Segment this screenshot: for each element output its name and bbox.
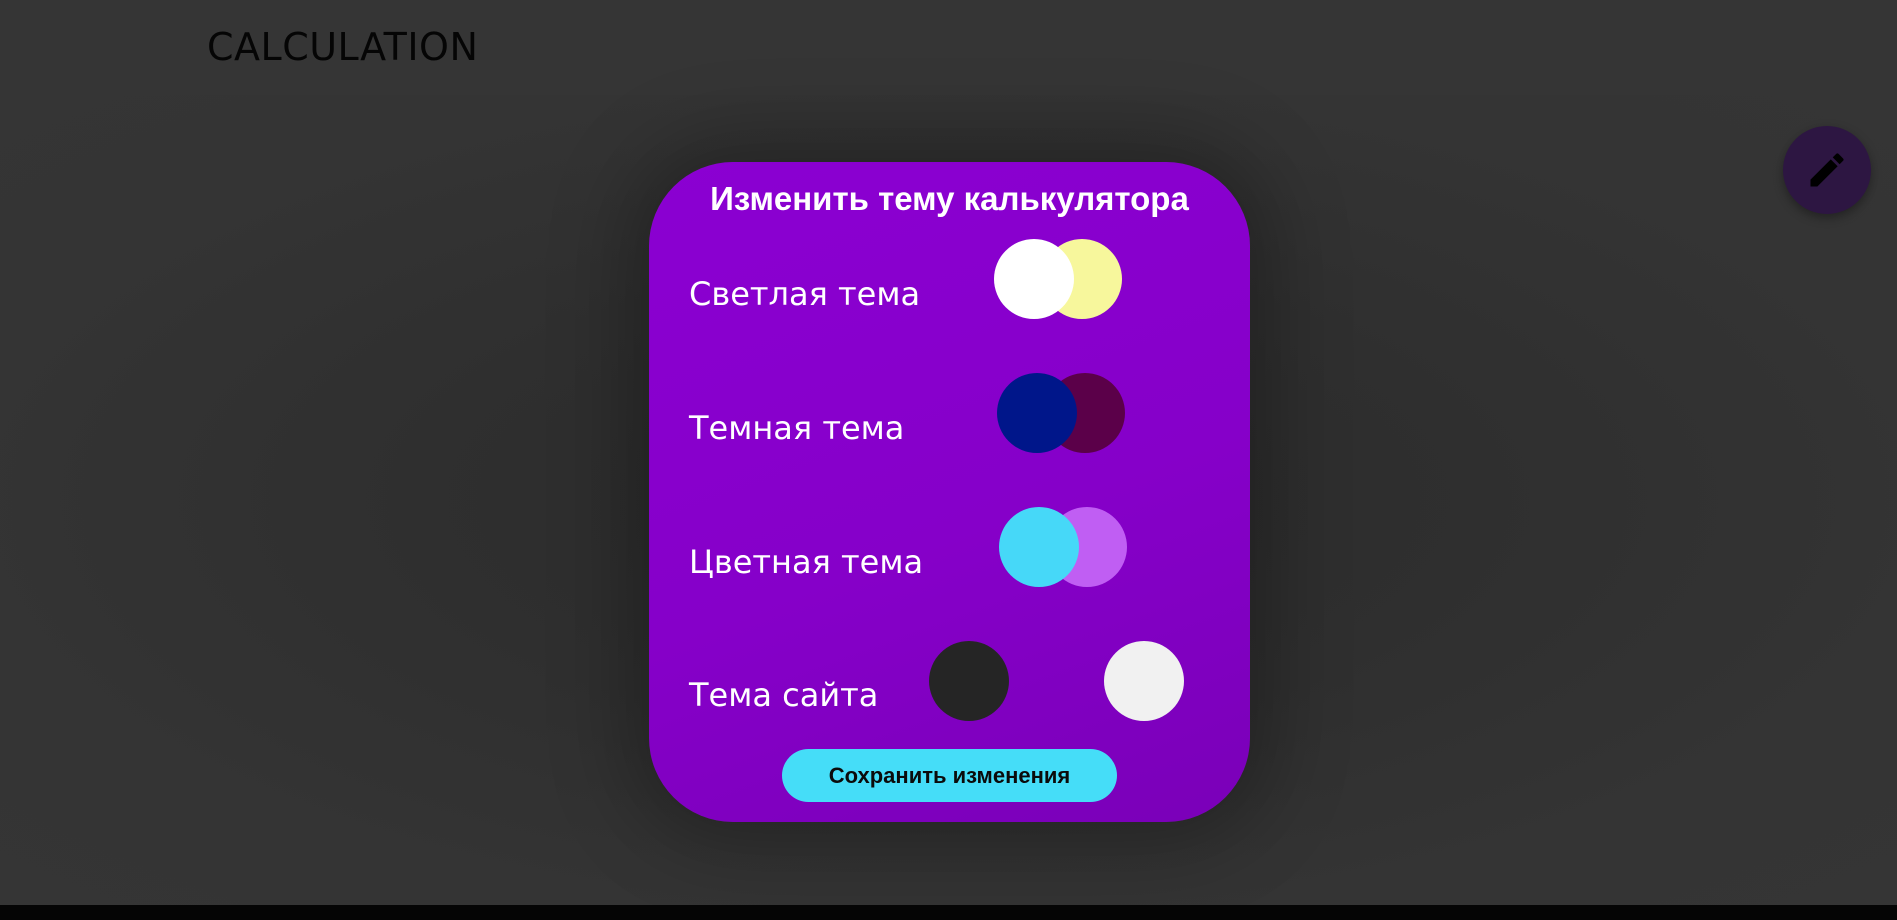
dark-theme-primary-swatch [997, 373, 1077, 453]
site-light-theme-swatch[interactable] [1104, 641, 1184, 721]
color-theme-option[interactable] [999, 507, 1139, 589]
pencil-icon [1810, 153, 1844, 187]
color-theme-primary-swatch [999, 507, 1079, 587]
theme-modal: Изменить тему калькулятора Светлая тема … [649, 162, 1250, 822]
app-page: CALCULATION Изменить тему калькулятора С… [0, 0, 1897, 920]
light-theme-label: Светлая тема [689, 275, 921, 313]
light-theme-option[interactable] [994, 239, 1134, 321]
dark-theme-option[interactable] [997, 373, 1137, 455]
app-header: CALCULATION [0, 0, 1897, 95]
light-theme-primary-swatch [994, 239, 1074, 319]
modal-title: Изменить тему калькулятора [710, 180, 1189, 217]
color-theme-label: Цветная тема [689, 543, 924, 581]
app-title: CALCULATION [207, 25, 479, 69]
bottom-bar [0, 905, 1897, 920]
site-theme-label: Тема сайта [689, 676, 879, 714]
edit-theme-button[interactable] [1783, 126, 1871, 214]
site-dark-theme-swatch[interactable] [929, 641, 1009, 721]
dark-theme-label: Темная тема [689, 409, 905, 447]
save-changes-button[interactable]: Сохранить изменения [782, 749, 1117, 802]
